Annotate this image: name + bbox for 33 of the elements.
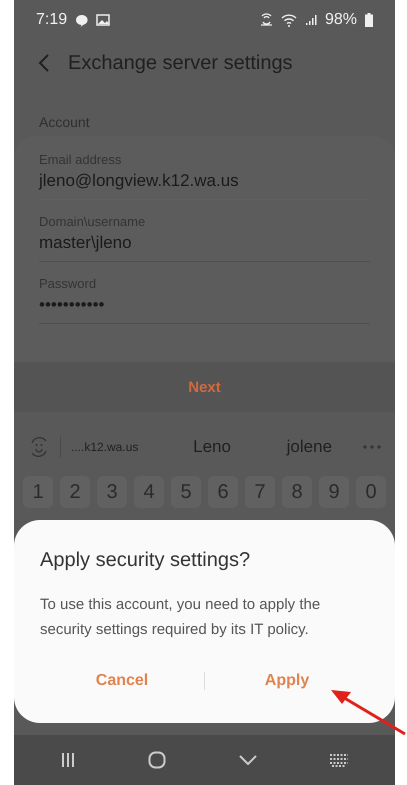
field-value: ••••••••••• [39,295,106,315]
suggestion[interactable]: Leno [168,437,256,457]
keyboard-key[interactable]: 3 [97,476,127,508]
dialog-button[interactable]: Apply [205,668,369,694]
field-value: jleno@longview.k12.wa.us [39,171,240,191]
dialog-message: To use this account, you need to apply the security settings required by its IT policy. [40,595,322,640]
keyboard-key[interactable]: 2 [60,476,90,508]
keyboard-key[interactable]: 5 [171,476,201,508]
chat-bubble-icon [75,14,88,26]
hotspot-icon [260,13,273,27]
keyboard-key[interactable]: 8 [282,476,312,508]
battery-percent: 98% [324,11,357,29]
wifi-icon [280,14,297,26]
chevron-down-icon[interactable] [238,755,257,765]
keyboard-key[interactable]: 7 [245,476,275,508]
dialog-button[interactable]: Cancel [40,668,204,694]
recent-apps-icon[interactable] [60,752,76,768]
home-icon[interactable] [148,751,166,769]
status-time: 7:19 [36,11,68,29]
keyboard-key[interactable]: 0 [356,476,386,508]
signal-icon [304,14,317,26]
screen-title: Exchange server settings [68,52,293,74]
battery-icon [365,13,373,27]
keyboard-icon[interactable] [328,753,349,767]
keyboard-key[interactable]: 6 [208,476,238,508]
next-button[interactable]: Next [178,374,231,400]
dialog-title: Apply security settings? [40,549,252,572]
suggestion[interactable]: ....k12.wa.us [71,440,158,454]
suggestion[interactable]: jolene [266,437,353,457]
image-icon [96,14,110,26]
field-value: master\jleno [39,233,133,253]
keyboard-key[interactable]: 9 [319,476,349,508]
keyboard-key[interactable]: 4 [134,476,164,508]
